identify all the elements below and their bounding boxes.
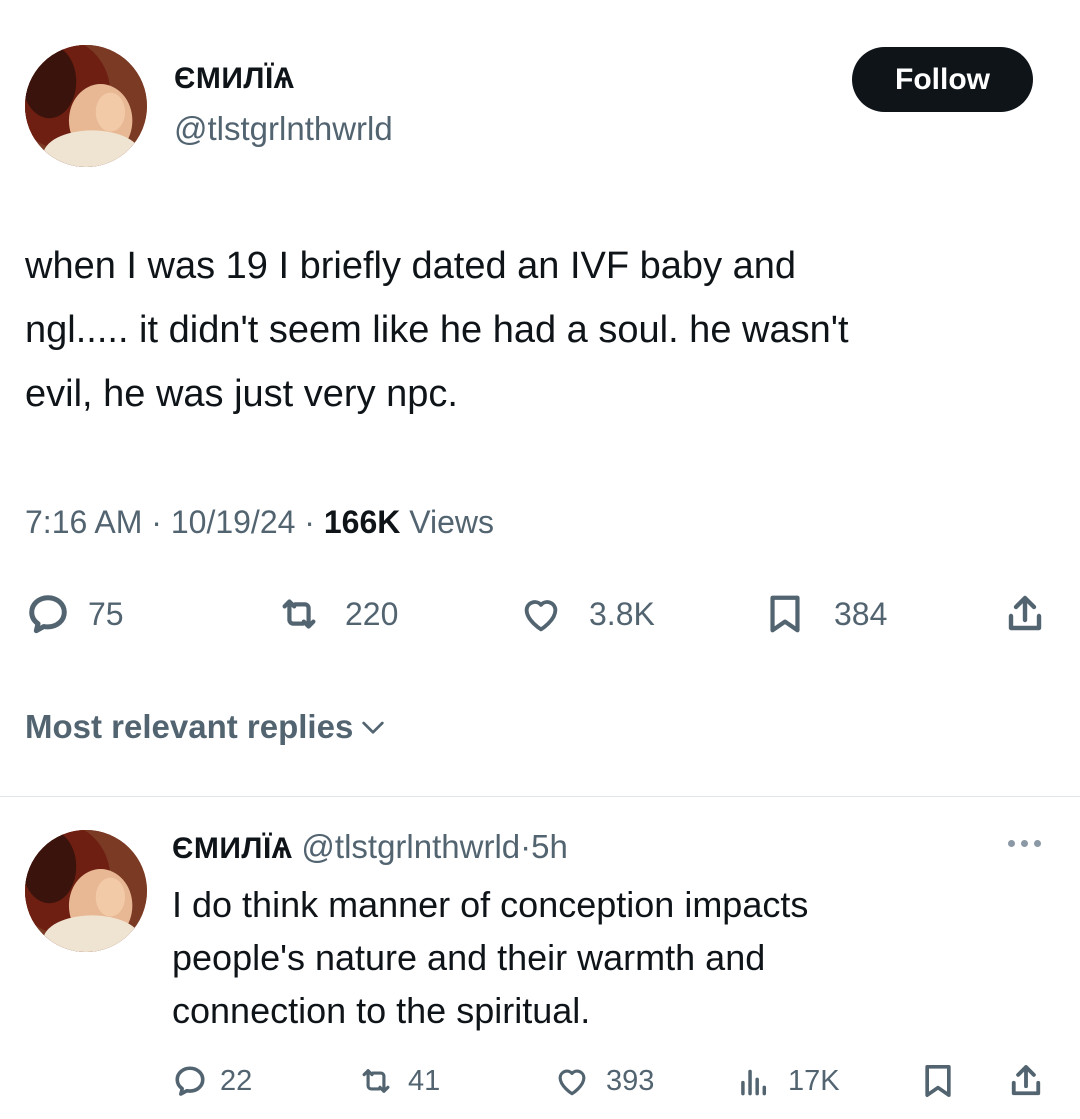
bookmark-icon	[770, 595, 800, 633]
reply-more-button[interactable]	[1008, 840, 1041, 847]
reply-header: ЄМИЛЇѦ @tlstgrlnthwrld·5h	[172, 828, 568, 866]
reply-button[interactable]: 75	[25, 591, 124, 637]
like-count: 3.8K	[589, 595, 655, 632]
reply-display-name[interactable]: ЄМИЛЇѦ	[172, 832, 292, 865]
bookmark-icon	[925, 1065, 951, 1097]
reply-icon	[29, 595, 67, 634]
tweet-text-line: evil, he was just very npc.	[25, 373, 458, 415]
reply-author-avatar[interactable]	[25, 830, 147, 952]
reply-icon	[175, 1066, 205, 1096]
section-divider	[0, 796, 1080, 797]
share-button[interactable]	[996, 590, 1054, 638]
like-button[interactable]: 3.8K	[513, 591, 655, 637]
reply-views-count: 17K	[788, 1064, 840, 1097]
tweet-text: when I was 19 I briefly dated an IVF bab…	[25, 234, 849, 426]
reply-text-line: connection to the spiritual.	[172, 990, 591, 1031]
reply-handle[interactable]: @tlstgrlnthwrld	[301, 828, 520, 865]
tweet-text-line: when I was 19 I briefly dated an IVF bab…	[25, 245, 797, 287]
more-dot-icon	[1021, 840, 1028, 847]
reply-count: 75	[88, 595, 124, 632]
bookmark-button[interactable]: 384	[762, 591, 887, 637]
reply-text-line: people's nature and their warmth and	[172, 937, 766, 978]
heart-icon	[524, 600, 558, 632]
share-icon	[1008, 595, 1042, 631]
author-display-name[interactable]: ЄМИЛЇѦ	[174, 62, 294, 96]
share-icon	[1011, 1065, 1041, 1096]
reply-text: I do think manner of conception impacts …	[172, 878, 808, 1037]
reply-bookmark-button[interactable]	[918, 1060, 958, 1102]
reply-text-line: I do think manner of conception impacts	[172, 884, 809, 925]
tweet-date[interactable]: 10/19/24	[171, 504, 296, 540]
views-count: 166K	[323, 504, 401, 540]
views-label: Views	[409, 504, 495, 540]
reply-reply-button[interactable]: 22	[172, 1062, 252, 1100]
reply-like-count: 393	[606, 1064, 655, 1097]
replies-sort-label: Most relevant replies	[25, 708, 354, 745]
author-handle[interactable]: @tlstgrlnthwrld	[174, 110, 393, 148]
heart-icon	[558, 1069, 586, 1096]
tweet-meta: 7:16 AM · 10/19/24 · 166K Views	[25, 504, 494, 541]
more-dot-icon	[1034, 840, 1041, 847]
repost-icon	[362, 1069, 390, 1093]
more-dot-icon	[1008, 840, 1015, 847]
meta-separator: ·	[151, 504, 162, 540]
repost-icon	[282, 599, 316, 629]
author-avatar[interactable]	[25, 45, 147, 167]
reply-views-button[interactable]: 17K	[734, 1062, 840, 1100]
reply-repost-count: 41	[408, 1064, 441, 1097]
portrait-image	[25, 45, 147, 167]
repost-count: 220	[345, 595, 399, 632]
follow-button[interactable]: Follow	[852, 47, 1033, 112]
tweet-text-line: ngl..... it didn't seem like he had a so…	[25, 309, 849, 351]
reply-share-button[interactable]	[1002, 1060, 1050, 1102]
bookmark-count: 384	[834, 595, 888, 632]
reply-reply-count: 22	[220, 1064, 253, 1097]
tweet-time[interactable]: 7:16 AM	[25, 504, 142, 540]
repost-button[interactable]: 220	[270, 591, 398, 637]
analytics-icon	[741, 1069, 767, 1096]
reply-repost-button[interactable]: 41	[352, 1062, 440, 1100]
reply-like-button[interactable]: 393	[550, 1062, 654, 1100]
chevron-down-icon	[362, 721, 384, 734]
reply-age[interactable]: 5h	[531, 828, 568, 865]
portrait-image	[25, 830, 147, 952]
replies-sort-dropdown[interactable]: Most relevant replies	[25, 708, 389, 746]
meta-separator: ·	[304, 504, 315, 540]
meta-separator: ·	[520, 828, 532, 865]
